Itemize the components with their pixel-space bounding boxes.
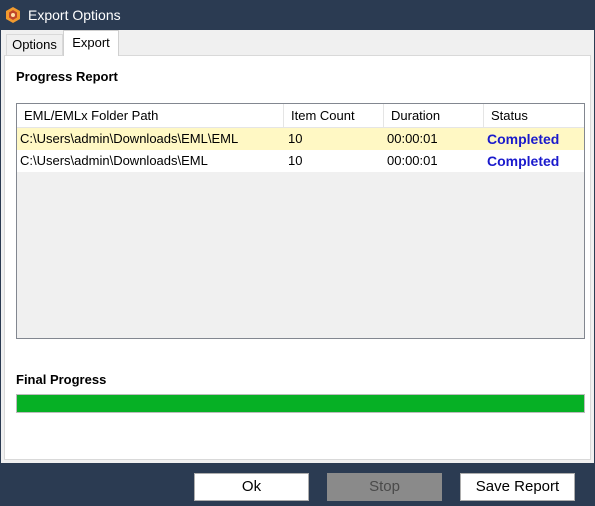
column-header-status[interactable]: Status xyxy=(484,104,584,127)
column-header-item-count[interactable]: Item Count xyxy=(284,104,384,127)
progress-fill xyxy=(17,395,584,412)
table-row[interactable]: C:\Users\admin\Downloads\EML\EML 10 00:0… xyxy=(17,128,584,150)
final-progress-heading: Final Progress xyxy=(16,372,107,387)
row-path: C:\Users\admin\Downloads\EML\EML xyxy=(20,131,239,146)
stop-button[interactable]: Stop xyxy=(327,473,442,501)
button-bar: Ok Stop Save Report xyxy=(0,463,595,506)
export-tab-panel: Progress Report EML/EMLx Folder Path Ite… xyxy=(4,55,591,460)
export-options-window: Export Options Options Export Progress R… xyxy=(0,0,595,506)
progress-report-heading: Progress Report xyxy=(16,69,118,84)
row-status: Completed xyxy=(487,153,560,169)
tab-export[interactable]: Export xyxy=(63,30,119,56)
column-header-path[interactable]: EML/EMLx Folder Path xyxy=(17,104,284,127)
save-report-button[interactable]: Save Report xyxy=(460,473,575,501)
row-status: Completed xyxy=(487,131,560,147)
window-title: Export Options xyxy=(28,7,121,23)
column-header-duration[interactable]: Duration xyxy=(384,104,484,127)
row-duration: 00:00:01 xyxy=(387,131,438,146)
table-row[interactable]: C:\Users\admin\Downloads\EML 10 00:00:01… xyxy=(17,150,584,172)
title-bar: Export Options xyxy=(0,0,595,30)
row-path: C:\Users\admin\Downloads\EML xyxy=(20,153,208,168)
row-duration: 00:00:01 xyxy=(387,153,438,168)
row-item-count: 10 xyxy=(288,131,303,146)
final-progress-bar xyxy=(16,394,585,413)
ok-button[interactable]: Ok xyxy=(194,473,309,501)
tab-options[interactable]: Options xyxy=(6,34,63,55)
app-logo-icon xyxy=(4,6,22,24)
list-header: EML/EMLx Folder Path Item Count Duration… xyxy=(17,104,584,128)
progress-report-list[interactable]: EML/EMLx Folder Path Item Count Duration… xyxy=(16,103,585,339)
client-area: Options Export Progress Report EML/EMLx … xyxy=(1,30,594,463)
row-item-count: 10 xyxy=(288,153,303,168)
